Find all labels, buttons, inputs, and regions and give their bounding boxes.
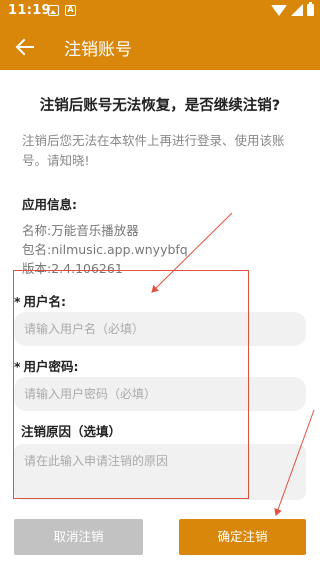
username-input[interactable]: 请输入用户名（必填） <box>14 312 306 346</box>
required-mark: * <box>14 359 21 374</box>
battery-icon <box>307 2 314 16</box>
reason-textarea[interactable]: 请在此输入申请注销的原因 <box>14 444 306 500</box>
wifi-icon <box>271 4 287 16</box>
app-name-row: 名称:万能音乐播放器 <box>22 220 139 239</box>
password-label: 用户密码: <box>23 359 79 374</box>
app-name-value: 万能音乐播放器 <box>51 223 139 238</box>
app-version-value: 2.4.106261 <box>51 261 123 276</box>
notification-icons: A <box>48 5 76 16</box>
app-package-value: nilmusic.app.wnyybfq <box>51 242 188 257</box>
username-label-row: * 用户名: <box>14 291 66 310</box>
warning-description: 注销后您无法在本软件上再进行登录、使用该账号。请知晓! <box>22 133 285 168</box>
username-placeholder: 请输入用户名（必填） <box>24 322 145 336</box>
app-bar: 注销账号 <box>0 24 320 70</box>
reason-placeholder: 请在此输入申请注销的原因 <box>24 454 169 468</box>
system-icons <box>271 2 314 16</box>
app-package-row: 包名:nilmusic.app.wnyybfq <box>22 239 188 258</box>
password-placeholder: 请输入用户密码（必填） <box>24 387 157 401</box>
app-package-label: 包名: <box>22 242 52 257</box>
app-info-title: 应用信息: <box>22 197 77 212</box>
image-notification-icon <box>48 5 59 16</box>
required-mark: * <box>14 294 21 309</box>
back-button[interactable] <box>10 32 40 62</box>
signal-icon <box>291 4 303 16</box>
status-time: 11:19 <box>8 3 51 18</box>
app-version-row: 版本:2.4.106261 <box>22 258 123 277</box>
status-bar: 11:19 A <box>0 0 320 24</box>
username-label: 用户名: <box>23 294 67 309</box>
cancel-button[interactable]: 取消注销 <box>14 519 143 555</box>
a-notification-icon: A <box>65 5 76 16</box>
arrow-left-icon <box>15 38 34 56</box>
app-name-label: 名称: <box>22 223 52 238</box>
confirm-button[interactable]: 确定注销 <box>179 519 306 555</box>
app-version-label: 版本: <box>22 261 52 276</box>
page-title: 注销账号 <box>64 40 132 60</box>
password-input[interactable]: 请输入用户密码（必填） <box>14 377 306 411</box>
reason-label: 注销原因（选填） <box>21 424 122 439</box>
warning-headline: 注销后账号无法恢复，是否继续注销? <box>39 98 281 114</box>
password-label-row: * 用户密码: <box>14 356 79 375</box>
